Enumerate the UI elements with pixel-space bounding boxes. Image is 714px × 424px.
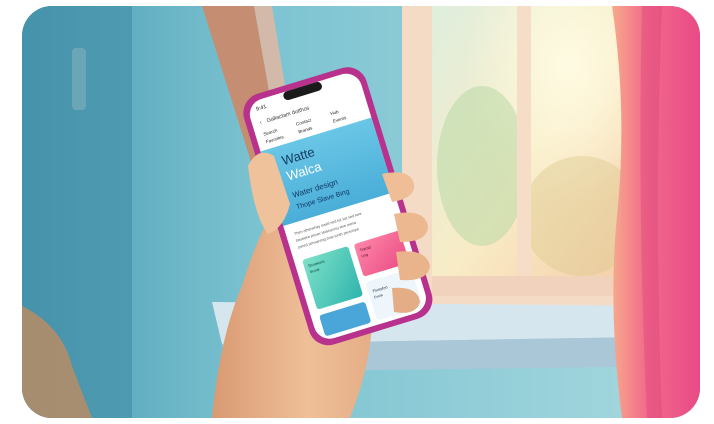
window-mullion (517, 6, 531, 296)
wall-switch (72, 48, 86, 110)
scene-frame: 9:41 ‹ Gallactam dutthos Search Contact … (22, 6, 700, 418)
scene-illustration: 9:41 ‹ Gallactam dutthos Search Contact … (22, 6, 700, 418)
window-rail (432, 276, 642, 296)
tree-blur (437, 86, 527, 246)
